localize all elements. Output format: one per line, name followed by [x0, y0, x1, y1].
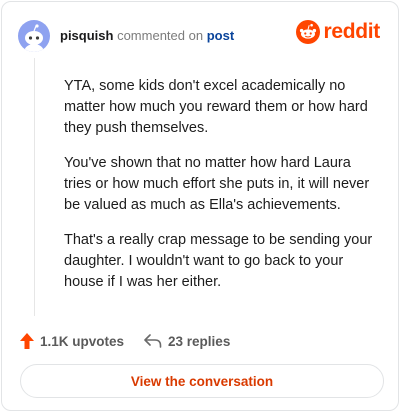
- comment-stats: 1.1K upvotes 23 replies: [20, 332, 230, 350]
- comment-paragraph: That's a really crap message to be sendi…: [64, 232, 373, 290]
- upvotes-count: 1.1K upvotes: [40, 333, 125, 349]
- comment-header: pisquish commented on post reddit: [18, 18, 382, 54]
- post-link[interactable]: post: [207, 28, 234, 43]
- replies-stat: 23 replies: [144, 334, 230, 349]
- replies-count: 23 replies: [168, 333, 231, 349]
- upvotes-stat: 1.1K upvotes: [20, 333, 124, 349]
- view-conversation-button[interactable]: View the conversation: [20, 364, 384, 398]
- brand-wordmark: reddit: [323, 20, 380, 43]
- username-link[interactable]: pisquish: [60, 28, 113, 43]
- comment-paragraph: You've shown that no matter how hard Lau…: [64, 155, 370, 213]
- reddit-logo-icon: [296, 20, 321, 44]
- reddit-brand[interactable]: reddit: [296, 20, 380, 44]
- snoo-avatar-icon[interactable]: [18, 20, 50, 52]
- byline: pisquish commented on post: [60, 28, 234, 44]
- comment-paragraph: YTA, some kids don't excel academically …: [64, 78, 368, 136]
- upvote-arrow-icon: [20, 333, 34, 349]
- action-text: commented on: [117, 28, 204, 43]
- comment-embed-card: pisquish commented on post reddit YTA, s…: [1, 1, 399, 411]
- comment-body: YTA, some kids don't excel academically …: [64, 76, 382, 307]
- thread-line: [34, 58, 35, 316]
- reply-arrow-icon: [144, 334, 162, 348]
